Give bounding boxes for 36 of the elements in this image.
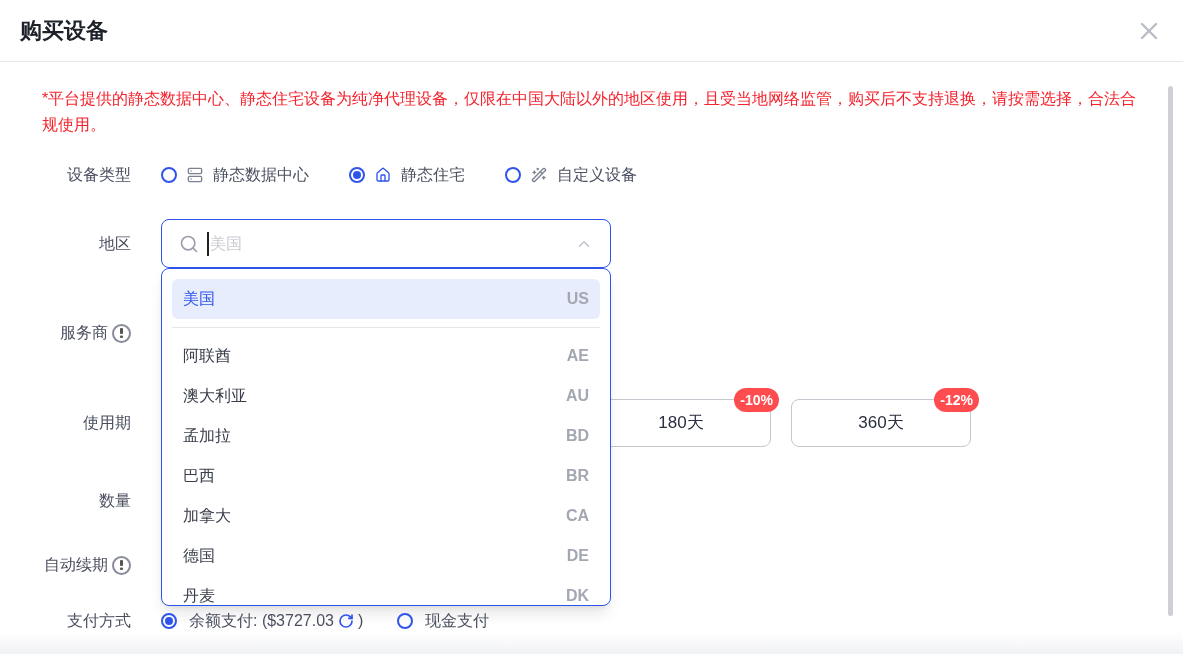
radio-button[interactable] [161,613,177,629]
option-label: 余额支付: ($3727.03 [189,611,334,631]
region-option[interactable]: 丹麦 DK [172,576,600,605]
field-label: 设备类型 [67,165,131,185]
home-icon [375,167,391,183]
field-label: 使用期 [83,413,131,433]
radio-button[interactable] [505,167,521,183]
region-option[interactable]: 德国 DE [172,536,600,576]
info-icon[interactable] [112,555,131,575]
dialog-title: 购买设备 [20,17,108,45]
option-label: 自定义设备 [557,165,637,185]
radio-button[interactable] [397,613,414,629]
field-label: 支付方式 [67,611,131,631]
radio-button[interactable] [161,167,177,183]
region-option[interactable]: 加拿大 CA [172,496,600,536]
region-option[interactable]: 美国 US [172,279,600,319]
info-icon[interactable] [112,323,131,343]
field-label: 服务商 [60,323,108,343]
option-label: ) [357,611,364,631]
wand-icon [531,167,547,183]
option-label: 静态住宅 [401,165,465,185]
region-option[interactable]: 巴西 BR [172,456,600,496]
discount-tag: -10% [734,388,779,412]
radio-button[interactable] [349,167,365,183]
scrollbar[interactable] [1168,86,1173,616]
field-label: 地区 [99,233,131,254]
option-label: 现金支付 [425,611,490,631]
field-label: 数量 [99,491,131,511]
notice-text: *平台提供的静态数据中心、静态住宅设备为纯净代理设备，仅限在中国大陆以外的地区使用，且受当地网络监管，购买后不支持退换，请按需选择，合法合规使用。 [41,89,1138,135]
server-icon [187,167,203,183]
option-label: 静态数据中心 [213,165,309,185]
field-label: 自动续期 [44,555,108,575]
region-option[interactable]: 阿联酋 AE [172,336,600,376]
refresh-icon[interactable] [337,613,354,629]
discount-tag: -12% [934,388,979,412]
search-icon [179,233,199,254]
